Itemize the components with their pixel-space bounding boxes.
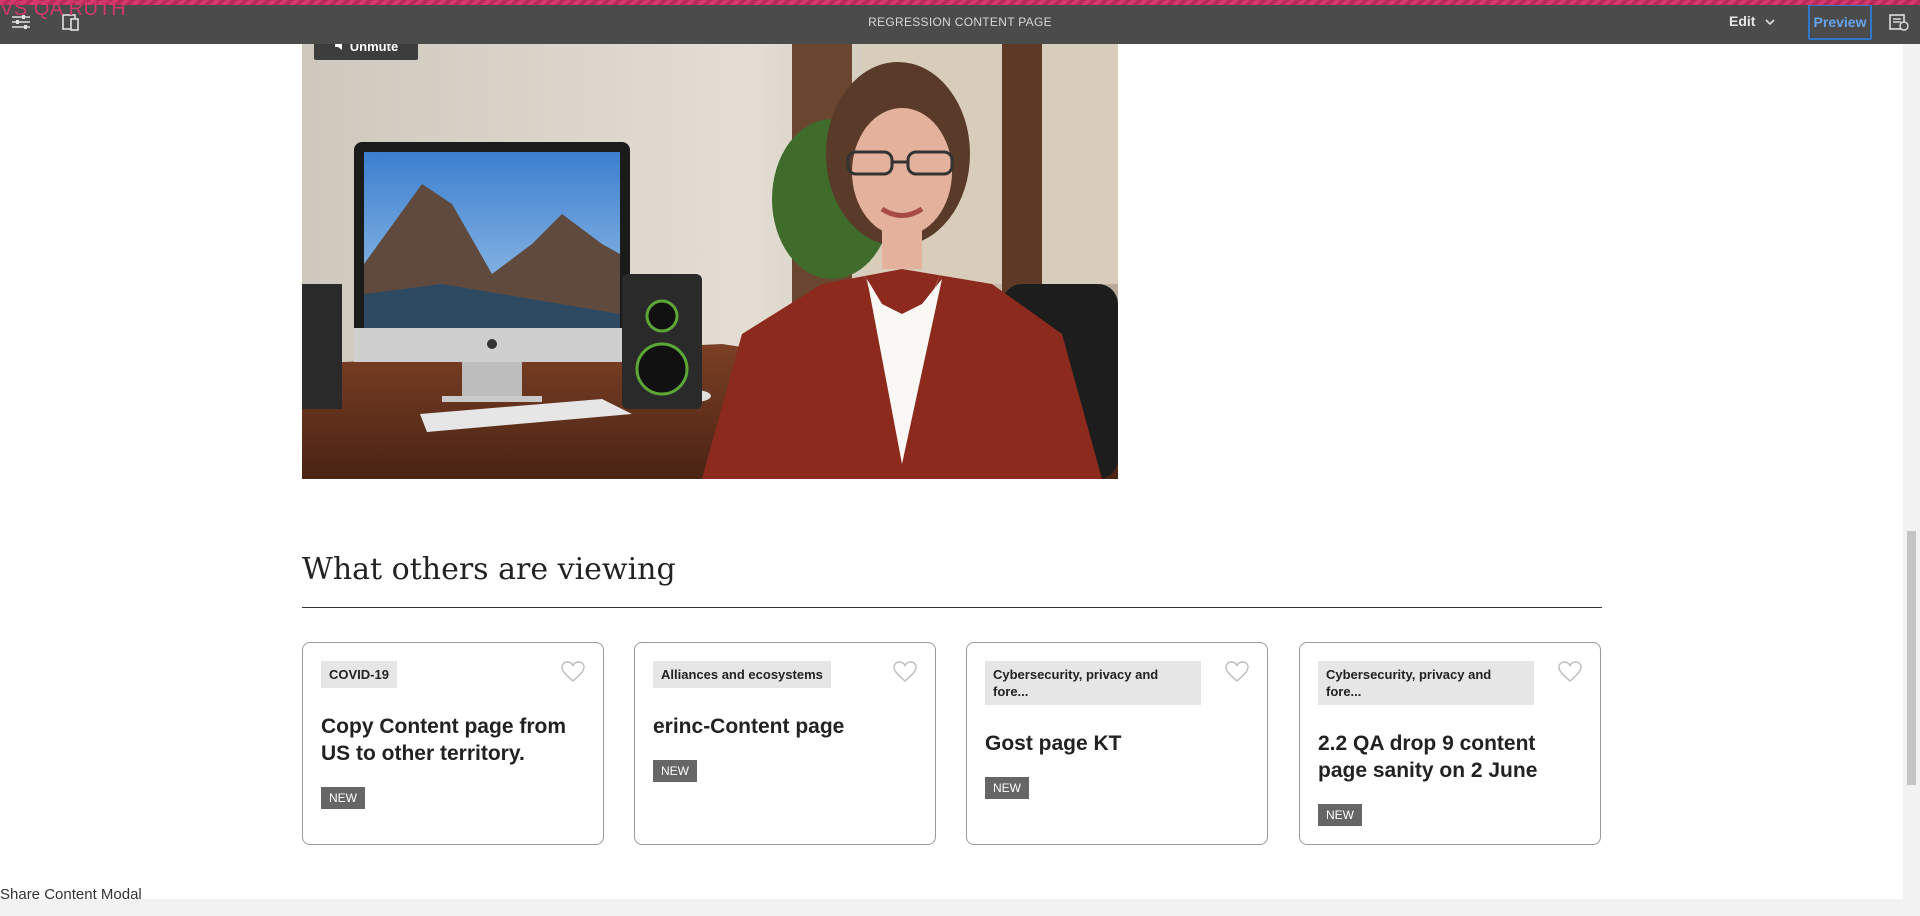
mode-label: Edit — [1729, 13, 1756, 29]
content-card[interactable]: Cybersecurity, privacy and fore... 2.2 Q… — [1299, 642, 1601, 845]
content-card[interactable]: Cybersecurity, privacy and fore... Gost … — [966, 642, 1268, 845]
new-badge: NEW — [985, 777, 1029, 799]
card-tag[interactable]: COVID-19 — [321, 661, 397, 688]
preview-button[interactable]: Preview — [1808, 4, 1872, 40]
card-tag[interactable]: Cybersecurity, privacy and fore... — [1318, 661, 1534, 705]
card-tag[interactable]: Cybersecurity, privacy and fore... — [985, 661, 1201, 705]
editor-toolbar: REGRESSION CONTENT PAGE Edit Preview — [0, 0, 1920, 44]
scrollbar-thumb[interactable] — [1907, 531, 1916, 785]
new-badge: NEW — [321, 787, 365, 809]
card-title[interactable]: 2.2 QA drop 9 content page sanity on 2 J… — [1318, 730, 1588, 784]
section-divider — [302, 607, 1602, 608]
new-badge: NEW — [653, 760, 697, 782]
card-title[interactable]: Copy Content page from US to other terri… — [321, 713, 591, 767]
heart-icon[interactable] — [1225, 661, 1249, 683]
card-tag[interactable]: Alliances and ecosystems — [653, 661, 831, 688]
new-badge: NEW — [1318, 804, 1362, 826]
environment-stripe — [0, 0, 1920, 5]
video-frame — [302, 44, 1118, 479]
vertical-scrollbar[interactable] — [1903, 44, 1920, 899]
section-title: What others are viewing — [302, 552, 676, 587]
page-title: REGRESSION CONTENT PAGE — [868, 15, 1052, 29]
chevron-down-icon — [1765, 13, 1776, 29]
heart-icon[interactable] — [1558, 661, 1582, 683]
content-card[interactable]: COVID-19 Copy Content page from US to ot… — [302, 642, 604, 845]
horizontal-scrollbar[interactable] — [0, 899, 1920, 916]
environment-label: VS QA RUTH — [0, 0, 127, 20]
heart-icon[interactable] — [561, 661, 585, 683]
card-title[interactable]: Gost page KT — [985, 730, 1255, 757]
page-info-icon[interactable] — [1888, 12, 1910, 32]
heart-icon[interactable] — [893, 661, 917, 683]
content-card[interactable]: Alliances and ecosystems erinc-Content p… — [634, 642, 936, 845]
mode-dropdown[interactable]: Edit — [1729, 13, 1776, 29]
video-player[interactable] — [302, 44, 1118, 479]
card-title[interactable]: erinc-Content page — [653, 713, 923, 740]
